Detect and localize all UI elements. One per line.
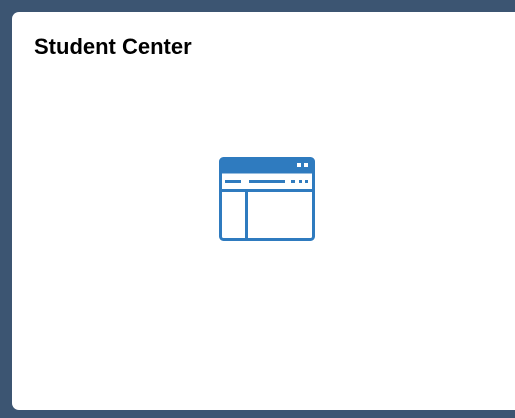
student-center-tile[interactable]: Student Center bbox=[12, 12, 515, 410]
tile-title: Student Center bbox=[34, 34, 192, 59]
application-window-icon bbox=[219, 157, 315, 241]
